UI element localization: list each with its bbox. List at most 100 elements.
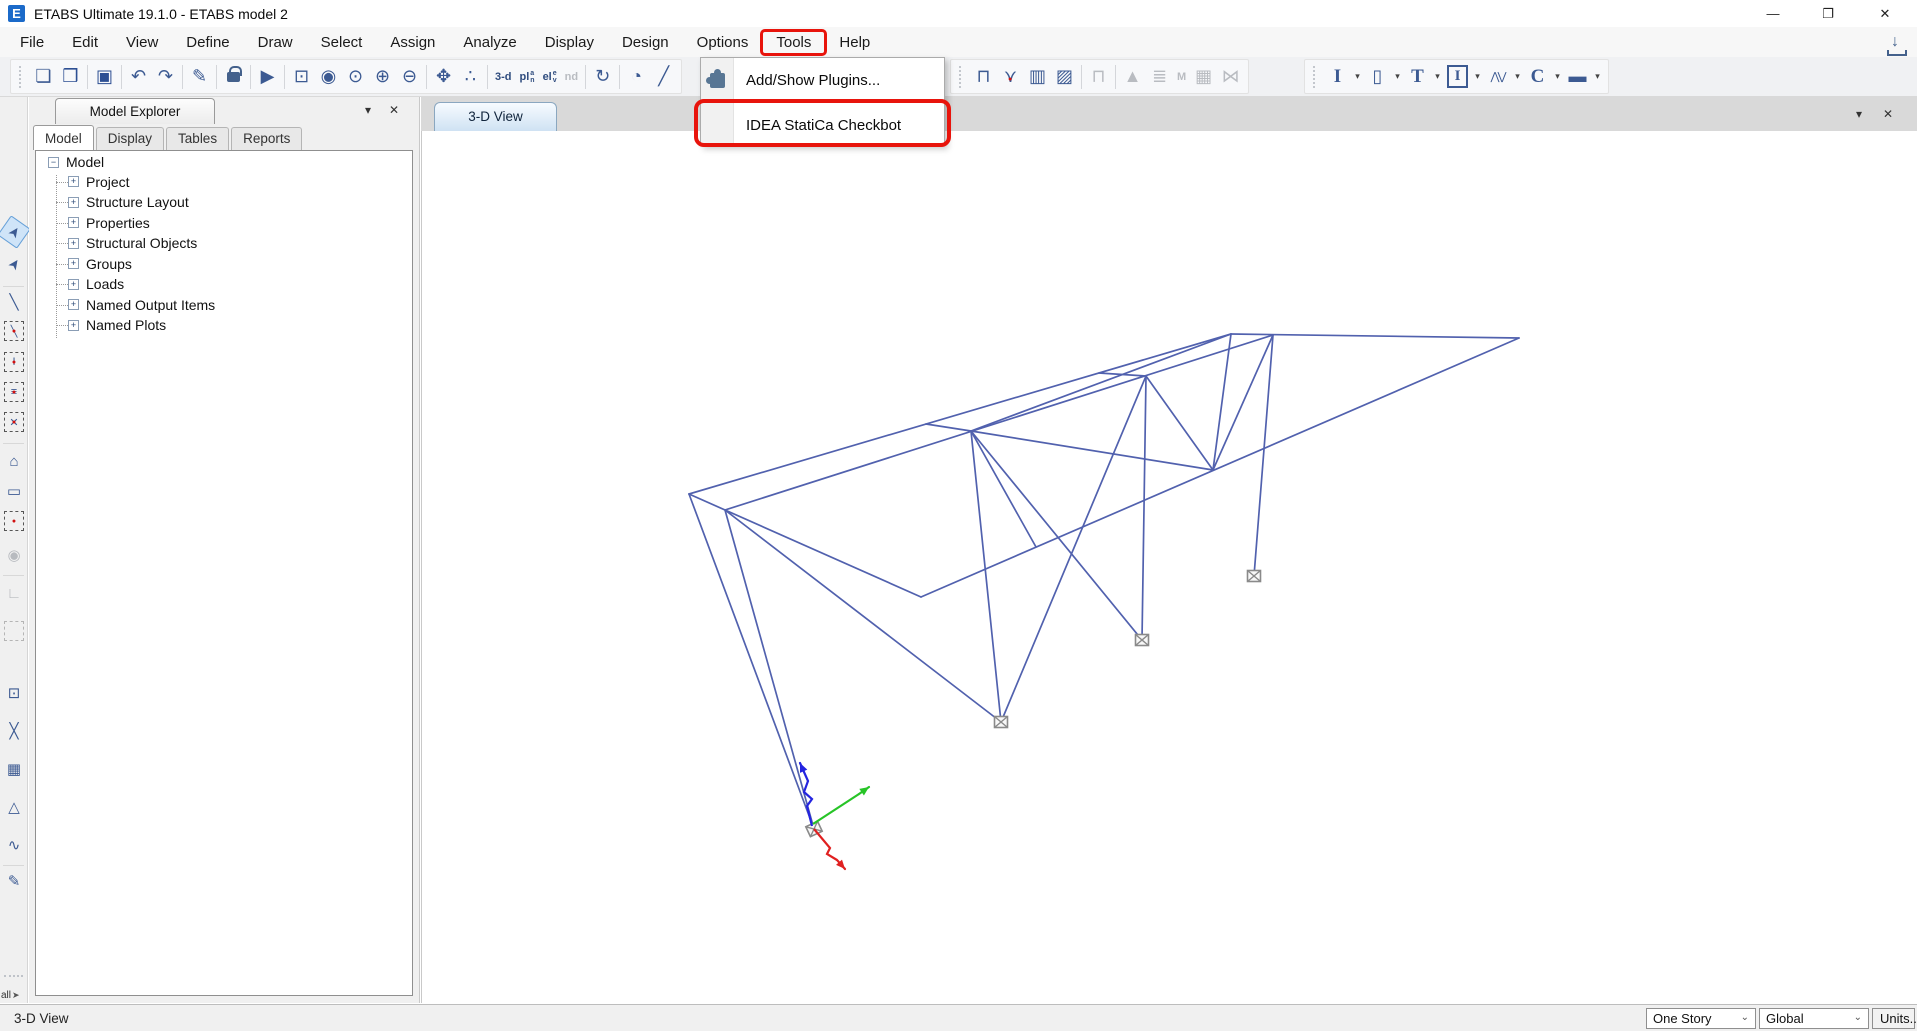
tab-3d-view[interactable]: 3-D View (434, 102, 557, 131)
slab-design-dropdown-icon[interactable]: ▾ (1591, 63, 1604, 90)
new-model-icon[interactable]: ❏ (30, 63, 57, 90)
expand-expander-icon[interactable]: + (68, 320, 79, 331)
pan-icon[interactable]: ✥ (430, 63, 457, 90)
composite-column-dropdown-icon[interactable]: ▾ (1471, 63, 1484, 90)
erase-icon[interactable]: ╱ (650, 63, 677, 90)
tree-item-named-plots[interactable]: +Named Plots (36, 315, 412, 336)
draw-grid-icon[interactable]: ▦ (2, 757, 26, 781)
uniform-load-icon[interactable]: ≣ (1146, 63, 1173, 90)
draw-dimension-icon[interactable]: ✎ (2, 869, 26, 893)
frame-member[interactable] (971, 431, 1213, 470)
walkthrough-icon[interactable]: ∴ (457, 63, 484, 90)
menu-item-view[interactable]: View (112, 30, 172, 55)
composite-design-dropdown-icon[interactable]: ▾ (1431, 63, 1444, 90)
redo-icon[interactable]: ↷ (152, 63, 179, 90)
zoom-out-icon[interactable]: ⊖ (396, 63, 423, 90)
explorer-tab-display[interactable]: Display (96, 127, 164, 152)
draw-ramp-icon[interactable]: △ (2, 795, 26, 819)
undo-icon[interactable]: ↶ (125, 63, 152, 90)
frame-member[interactable] (689, 494, 921, 597)
quick-area-icon[interactable]: ● (2, 509, 26, 533)
tree-item-model[interactable]: −Model (36, 151, 412, 172)
quick-frame-icon[interactable]: ╲● (2, 319, 26, 343)
menu-item-help[interactable]: Help (825, 30, 884, 55)
save-icon[interactable]: ▣ (91, 63, 118, 90)
menu-item-analyze[interactable]: Analyze (449, 30, 530, 55)
shear-wall-dropdown-icon[interactable]: ▾ (1551, 63, 1564, 90)
frame-member[interactable] (725, 510, 1001, 722)
composite-beam-design-icon[interactable]: T (1404, 63, 1431, 90)
model-canvas[interactable] (421, 131, 1917, 1003)
support-icon[interactable] (1248, 571, 1261, 582)
quick-column-icon[interactable]: I● (2, 350, 26, 374)
download-icon[interactable]: ↓ (1884, 33, 1910, 57)
draw-window-icon[interactable]: ⊡ (2, 681, 26, 705)
expand-expander-icon[interactable]: + (68, 299, 79, 310)
explorer-tab-model[interactable]: Model (33, 125, 94, 150)
tree-item-project[interactable]: +Project (36, 172, 412, 193)
rubber-band-zoom-icon[interactable]: ⊡ (288, 63, 315, 90)
frame-member[interactable] (689, 334, 1231, 494)
expand-expander-icon[interactable]: + (68, 217, 79, 228)
frame-member[interactable] (971, 431, 1001, 722)
select-pointer-icon[interactable]: ➤ (0, 215, 31, 248)
panel-collapse-icon[interactable]: ▾ (365, 103, 371, 117)
draw-wall-icon[interactable]: ∟ (2, 581, 26, 605)
assign-joint-icon[interactable]: ⋎ (997, 63, 1024, 90)
minimize-button[interactable]: — (1750, 0, 1796, 27)
tree-item-groups[interactable]: +Groups (36, 254, 412, 275)
coord-system-selector[interactable]: Global ⌄ (1759, 1008, 1869, 1029)
view-plan-icon[interactable]: plan (516, 63, 539, 90)
model-explorer-title[interactable]: Model Explorer (55, 98, 215, 124)
expand-expander-icon[interactable]: + (68, 176, 79, 187)
tree-item-structure-layout[interactable]: +Structure Layout (36, 192, 412, 213)
expand-expander-icon[interactable]: + (68, 279, 79, 290)
slab-design-icon[interactable]: ▬ (1564, 63, 1591, 90)
tree-item-structural-objects[interactable]: +Structural Objects (36, 233, 412, 254)
lock-model-icon[interactable] (220, 63, 247, 90)
menu-item-tools[interactable]: Tools (762, 30, 825, 55)
expand-expander-icon[interactable]: + (68, 258, 79, 269)
story-selector[interactable]: One Story ⌄ (1646, 1008, 1756, 1029)
menu-item-file[interactable]: File (6, 30, 58, 55)
quick-braces-icon[interactable]: ✕● (2, 410, 26, 434)
expand-expander-icon[interactable]: + (68, 197, 79, 208)
menu-item-display[interactable]: Display (531, 30, 608, 55)
concrete-design-dropdown-icon[interactable]: ▾ (1391, 63, 1404, 90)
frame-member[interactable] (689, 494, 814, 829)
menu-item-select[interactable]: Select (307, 30, 377, 55)
viewport-close-icon[interactable]: ✕ (1883, 107, 1893, 121)
draw-rect-area-icon[interactable]: ▭ (2, 479, 26, 503)
tree-item-named-output-items[interactable]: +Named Output Items (36, 295, 412, 316)
rotate-view-icon[interactable]: ↻ (589, 63, 616, 90)
steel-joist-dropdown-icon[interactable]: ▾ (1511, 63, 1524, 90)
frame-member[interactable] (725, 335, 1273, 510)
frame-member[interactable] (971, 431, 1142, 640)
frame-load-icon[interactable]: ▥ (1024, 63, 1051, 90)
draw-opening-icon[interactable]: ◉ (2, 543, 26, 567)
menu-item-define[interactable]: Define (172, 30, 243, 55)
quick-wall-icon[interactable] (2, 619, 26, 643)
steel-frame-design-icon[interactable]: I (1324, 63, 1351, 90)
reshape-object-icon[interactable]: ➤ (0, 247, 31, 280)
frame-member[interactable] (1001, 376, 1146, 722)
zoom-in-icon[interactable]: ⊕ (369, 63, 396, 90)
units-button[interactable]: Units... (1872, 1008, 1915, 1029)
steel-design-dropdown-icon[interactable]: ▾ (1351, 63, 1364, 90)
shear-wall-design-icon[interactable]: C (1524, 63, 1551, 90)
view-named-icon[interactable]: nd (561, 63, 582, 90)
frame-member[interactable] (926, 424, 971, 431)
frame-member[interactable] (1142, 376, 1146, 640)
contour-plot-icon[interactable]: ▦ (1190, 63, 1217, 90)
explorer-tab-tables[interactable]: Tables (166, 127, 229, 152)
tree-item-properties[interactable]: +Properties (36, 213, 412, 234)
concrete-frame-design-icon[interactable]: ▯ (1364, 63, 1391, 90)
view-elevation-icon[interactable]: elev (539, 63, 561, 90)
draw-pen-icon[interactable]: ✎ (186, 63, 213, 90)
moment-diagram-icon[interactable]: M (1173, 63, 1190, 90)
draw-line-icon[interactable]: ╲ (2, 290, 26, 314)
menu-item-design[interactable]: Design (608, 30, 683, 55)
menu-item-draw[interactable]: Draw (244, 30, 307, 55)
support-icon[interactable] (1136, 635, 1149, 646)
snap-options-icon[interactable]: ◔ (623, 63, 650, 90)
